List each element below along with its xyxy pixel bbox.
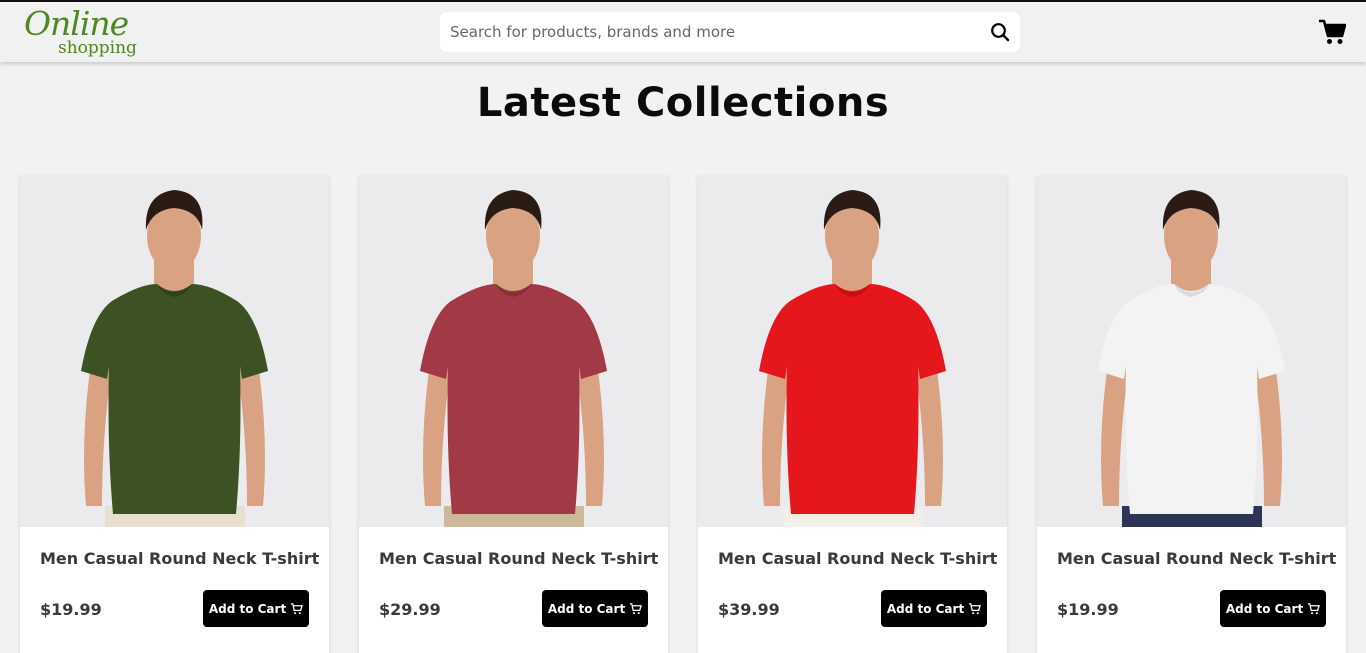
- cart-outline-icon: [1308, 603, 1321, 615]
- add-to-cart-label: Add to Cart: [208, 601, 287, 616]
- cart-outline-icon: [630, 603, 643, 615]
- cart-icon[interactable]: [1318, 18, 1347, 46]
- site-header: Online shopping: [0, 2, 1366, 62]
- product-grid: Men Casual Round Neck T-shirt $19.99 Add…: [20, 176, 1346, 653]
- product-image[interactable]: [359, 176, 668, 527]
- product-image[interactable]: [698, 176, 1007, 527]
- add-to-cart-label: Add to Cart: [886, 601, 965, 616]
- product-title[interactable]: Men Casual Round Neck T-shirt: [1057, 549, 1336, 568]
- search-bar: [440, 12, 1020, 52]
- product-price: $39.99: [718, 600, 780, 619]
- add-to-cart-button[interactable]: Add to Cart: [203, 590, 309, 627]
- product-card[interactable]: Men Casual Round Neck T-shirt $19.99 Add…: [20, 176, 329, 653]
- site-logo[interactable]: Online shopping: [24, 4, 154, 62]
- product-image[interactable]: [1037, 176, 1346, 527]
- product-card[interactable]: Men Casual Round Neck T-shirt $19.99 Add…: [1037, 176, 1346, 653]
- search-input[interactable]: [440, 12, 980, 52]
- logo-text-shopping: shopping: [58, 38, 137, 58]
- add-to-cart-button[interactable]: Add to Cart: [1220, 590, 1326, 627]
- product-image[interactable]: [20, 176, 329, 527]
- product-card[interactable]: Men Casual Round Neck T-shirt $39.99 Add…: [698, 176, 1007, 653]
- page-title: Latest Collections: [476, 80, 890, 126]
- product-price: $19.99: [1057, 600, 1119, 619]
- cart-outline-icon: [969, 603, 982, 615]
- add-to-cart-button[interactable]: Add to Cart: [881, 590, 987, 627]
- product-card[interactable]: Men Casual Round Neck T-shirt $29.99 Add…: [359, 176, 668, 653]
- product-title[interactable]: Men Casual Round Neck T-shirt: [718, 549, 997, 568]
- product-price: $29.99: [379, 600, 441, 619]
- product-title[interactable]: Men Casual Round Neck T-shirt: [379, 549, 658, 568]
- cart-outline-icon: [291, 603, 304, 615]
- add-to-cart-button[interactable]: Add to Cart: [542, 590, 648, 627]
- product-title[interactable]: Men Casual Round Neck T-shirt: [40, 549, 319, 568]
- search-icon[interactable]: [990, 22, 1010, 42]
- product-price: $19.99: [40, 600, 102, 619]
- add-to-cart-label: Add to Cart: [1225, 601, 1304, 616]
- add-to-cart-label: Add to Cart: [547, 601, 626, 616]
